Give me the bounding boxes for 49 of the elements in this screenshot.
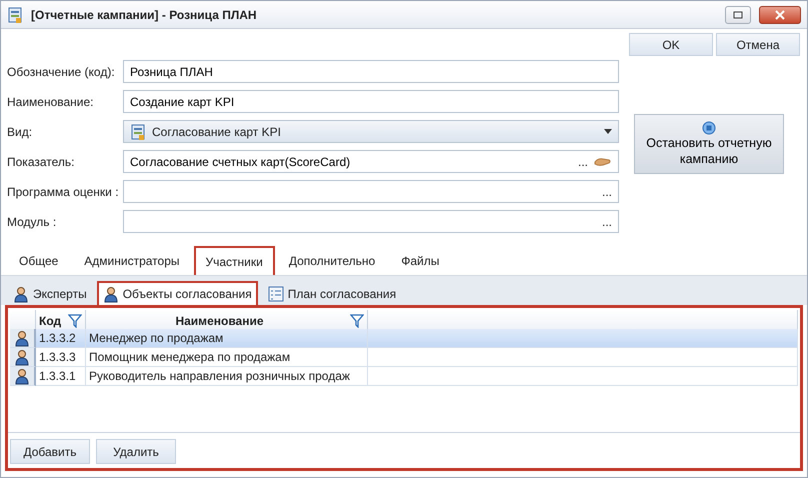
ellipsis-button[interactable]: ... <box>578 152 588 170</box>
subtab[interactable]: Эксперты <box>7 281 93 305</box>
field-label: Вид: <box>7 124 34 140</box>
close-icon <box>775 10 785 20</box>
document-icon <box>7 6 23 22</box>
subtab[interactable]: Объекты согласования <box>96 281 258 305</box>
panel-button[interactable]: Удалить <box>96 439 176 464</box>
lookup-field[interactable]: ... <box>123 210 619 233</box>
dropdown-field[interactable]: Согласование карт KPI <box>123 120 619 143</box>
tab[interactable]: Администраторы <box>72 246 192 275</box>
caret-icon <box>604 129 612 134</box>
lookup-field[interactable]: Согласование счетных карт(ScoreCard) ... <box>123 150 619 173</box>
person-icon <box>14 368 30 384</box>
subtab[interactable]: План согласования <box>262 281 402 305</box>
dialog-button[interactable]: OK <box>629 33 713 56</box>
restore-button[interactable] <box>725 6 751 24</box>
table-cell: Менеджер по продажам <box>86 329 368 348</box>
dialog-button[interactable]: Отмена <box>716 33 800 56</box>
person-icon <box>13 286 29 302</box>
checklist-icon <box>268 286 284 302</box>
dropdown-value: Согласование карт KPI <box>152 124 282 140</box>
ellipsis-button[interactable]: ... <box>602 212 612 230</box>
table-cell: 1.3.3.2 <box>36 329 86 348</box>
tab[interactable]: Дополнительно <box>276 246 388 275</box>
field-input[interactable]: Согласование счетных карт(ScoreCard) <box>130 151 572 172</box>
lookup-field[interactable]: ... <box>123 180 619 203</box>
ellipsis-button[interactable]: ... <box>602 182 612 200</box>
person-icon <box>14 348 30 366</box>
tab[interactable]: Общее <box>7 246 70 275</box>
table-cell: Помощник менеджера по продажам <box>86 348 368 367</box>
panel-button[interactable]: Добавить <box>10 439 90 464</box>
table-cell: Руководитель направления розничных продаж <box>86 367 368 386</box>
document-icon <box>130 124 146 140</box>
person-icon <box>102 286 119 302</box>
tab[interactable]: Участники <box>194 246 275 275</box>
stop-campaign-button[interactable]: Остановить отчетную кампанию <box>634 114 784 174</box>
stop-icon <box>702 120 716 135</box>
restore-icon <box>733 10 743 18</box>
tab[interactable]: Файлы <box>389 246 452 275</box>
person-icon <box>14 330 30 346</box>
field-label: Обозначение (код): <box>7 64 116 80</box>
window-title: [Отчетные кампании] - Розница ПЛАН <box>31 6 257 24</box>
field-label: Наименование: <box>7 94 95 110</box>
field-label: Показатель: <box>7 154 76 170</box>
close-button[interactable] <box>759 6 801 24</box>
field-label: Программа оценки : <box>7 184 120 200</box>
table-cell: 1.3.3.1 <box>36 367 86 386</box>
table-cell: 1.3.3.3 <box>36 348 86 367</box>
field-label: Модуль : <box>7 214 58 230</box>
